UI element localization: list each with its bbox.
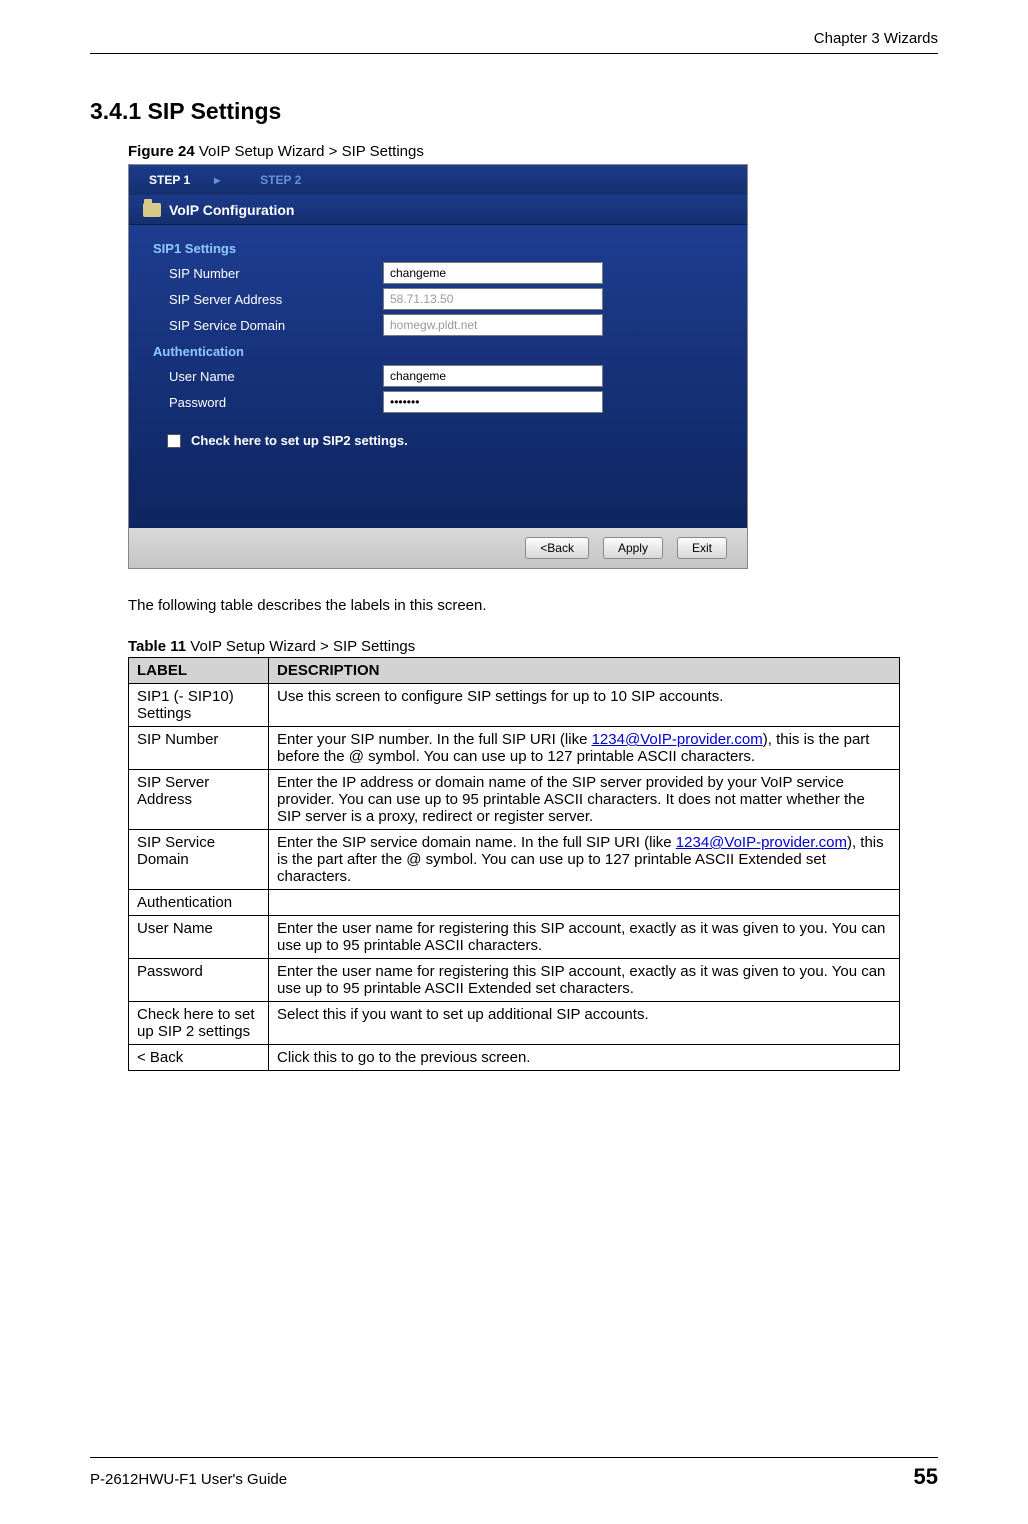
wizard-title-text: VoIP Configuration bbox=[169, 202, 294, 218]
cell-label: SIP Server Address bbox=[129, 770, 269, 830]
sip-domain-label: SIP Service Domain bbox=[153, 318, 383, 333]
cell-label: Check here to set up SIP 2 settings bbox=[129, 1002, 269, 1045]
cell-description: Enter the SIP service domain name. In th… bbox=[269, 830, 900, 890]
apply-button[interactable]: Apply bbox=[603, 537, 663, 559]
table-label: Table 11 bbox=[128, 638, 186, 655]
cell-description: Enter your SIP number. In the full SIP U… bbox=[269, 727, 900, 770]
footer-rule bbox=[90, 1457, 938, 1458]
wizard-footer: <Back Apply Exit bbox=[129, 528, 747, 568]
sip1-settings-label: SIP1 Settings bbox=[153, 241, 723, 256]
cell-description: Enter the user name for registering this… bbox=[269, 916, 900, 959]
cell-description: Click this to go to the previous screen. bbox=[269, 1045, 900, 1071]
row-password: Password bbox=[153, 391, 723, 413]
sip-server-label: SIP Server Address bbox=[153, 292, 383, 307]
cell-label: User Name bbox=[129, 916, 269, 959]
folder-icon bbox=[143, 203, 161, 217]
description-table: LABEL DESCRIPTION SIP1 (- SIP10) Setting… bbox=[128, 657, 900, 1071]
table-row: < BackClick this to go to the previous s… bbox=[129, 1045, 900, 1071]
table-row: SIP Service DomainEnter the SIP service … bbox=[129, 830, 900, 890]
table-row: Check here to set up SIP 2 settingsSelec… bbox=[129, 1002, 900, 1045]
table-row: SIP NumberEnter your SIP number. In the … bbox=[129, 727, 900, 770]
sip-domain-input[interactable] bbox=[383, 314, 603, 336]
cell-label: < Back bbox=[129, 1045, 269, 1071]
header-rule bbox=[90, 53, 938, 54]
row-sip-number: SIP Number bbox=[153, 262, 723, 284]
table-row: PasswordEnter the user name for register… bbox=[129, 959, 900, 1002]
cell-description: Enter the IP address or domain name of t… bbox=[269, 770, 900, 830]
back-button[interactable]: <Back bbox=[525, 537, 589, 559]
wizard-title-bar: VoIP Configuration bbox=[129, 195, 747, 225]
wizard-step-bar: STEP 1 ▸ STEP 2 bbox=[129, 165, 747, 195]
cell-label: SIP1 (- SIP10) Settings bbox=[129, 684, 269, 727]
figure-label: Figure 24 bbox=[128, 143, 195, 160]
sip2-check-label: Check here to set up SIP2 settings. bbox=[191, 433, 408, 448]
step-2-label: STEP 2 bbox=[260, 173, 301, 187]
table-caption: Table 11 VoIP Setup Wizard > SIP Setting… bbox=[128, 638, 938, 655]
username-input[interactable] bbox=[383, 365, 603, 387]
th-desc: DESCRIPTION bbox=[269, 658, 900, 684]
table-row: User NameEnter the user name for registe… bbox=[129, 916, 900, 959]
cell-label: Authentication bbox=[129, 890, 269, 916]
row-sip-server: SIP Server Address bbox=[153, 288, 723, 310]
sip-number-label: SIP Number bbox=[153, 266, 383, 281]
auth-section-label: Authentication bbox=[153, 344, 723, 359]
voip-wizard-screenshot: STEP 1 ▸ STEP 2 VoIP Configuration SIP1 … bbox=[128, 164, 748, 569]
sip2-check-row: Check here to set up SIP2 settings. bbox=[153, 433, 723, 448]
table-header-row: LABEL DESCRIPTION bbox=[129, 658, 900, 684]
cell-description: Enter the user name for registering this… bbox=[269, 959, 900, 1002]
password-label: Password bbox=[153, 395, 383, 410]
password-input[interactable] bbox=[383, 391, 603, 413]
row-username: User Name bbox=[153, 365, 723, 387]
table-row: Authentication bbox=[129, 890, 900, 916]
page-number: 55 bbox=[914, 1464, 938, 1490]
table-caption-text: VoIP Setup Wizard > SIP Settings bbox=[186, 638, 415, 655]
chapter-header: Chapter 3 Wizards bbox=[90, 30, 938, 53]
cell-label: SIP Number bbox=[129, 727, 269, 770]
footer-guide-name: P-2612HWU-F1 User's Guide bbox=[90, 1471, 287, 1488]
th-label: LABEL bbox=[129, 658, 269, 684]
table-row: SIP1 (- SIP10) SettingsUse this screen t… bbox=[129, 684, 900, 727]
row-sip-domain: SIP Service Domain bbox=[153, 314, 723, 336]
cell-label: SIP Service Domain bbox=[129, 830, 269, 890]
sip-uri-link[interactable]: 1234@VoIP-provider.com bbox=[676, 834, 847, 851]
after-figure-text: The following table describes the labels… bbox=[128, 597, 938, 614]
cell-description: Select this if you want to set up additi… bbox=[269, 1002, 900, 1045]
step-arrow-icon: ▸ bbox=[214, 173, 220, 187]
figure-caption-text: VoIP Setup Wizard > SIP Settings bbox=[195, 143, 424, 160]
page-footer: P-2612HWU-F1 User's Guide 55 bbox=[90, 1457, 938, 1490]
username-label: User Name bbox=[153, 369, 383, 384]
table-row: SIP Server AddressEnter the IP address o… bbox=[129, 770, 900, 830]
cell-label: Password bbox=[129, 959, 269, 1002]
wizard-body: SIP1 Settings SIP Number SIP Server Addr… bbox=[129, 225, 747, 528]
sip-server-input[interactable] bbox=[383, 288, 603, 310]
step-1-label: STEP 1 bbox=[149, 173, 190, 187]
cell-description bbox=[269, 890, 900, 916]
sip-number-input[interactable] bbox=[383, 262, 603, 284]
exit-button[interactable]: Exit bbox=[677, 537, 727, 559]
sip2-checkbox[interactable] bbox=[167, 434, 181, 448]
section-heading: 3.4.1 SIP Settings bbox=[90, 98, 938, 125]
sip-uri-link[interactable]: 1234@VoIP-provider.com bbox=[592, 731, 763, 748]
cell-description: Use this screen to configure SIP setting… bbox=[269, 684, 900, 727]
figure-caption: Figure 24 VoIP Setup Wizard > SIP Settin… bbox=[128, 143, 938, 160]
